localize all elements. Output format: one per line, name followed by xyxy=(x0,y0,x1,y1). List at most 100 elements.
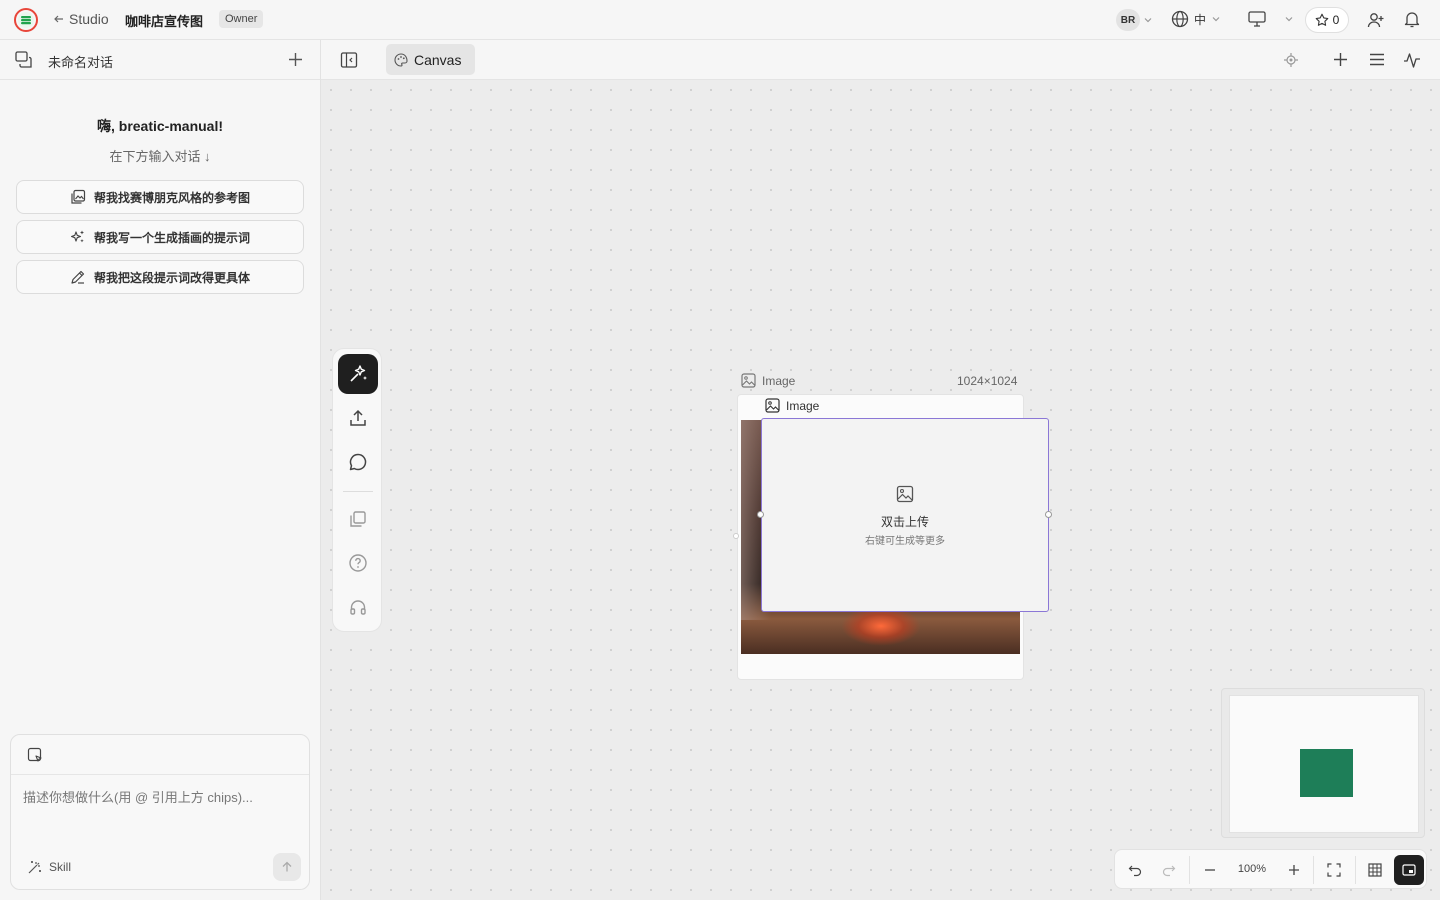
undo-icon xyxy=(1128,863,1142,877)
minimap-icon xyxy=(1402,863,1416,877)
greeting-subtitle: 在下方输入对话 ↓ xyxy=(109,149,211,164)
chat-sidebar: 未命名对话 嗨, breatic-manual! 在下方输入对话 ↓ 帮我找赛博… xyxy=(0,40,321,900)
menu-list-icon[interactable] xyxy=(1369,52,1385,67)
fit-view-button[interactable] xyxy=(1320,856,1348,884)
upload-subtitle: 右键可生成等更多 xyxy=(865,536,945,547)
headphones-icon xyxy=(348,597,368,617)
toolbar-divider xyxy=(343,491,373,492)
suggestion-chip[interactable]: 帮我写一个生成插画的提示词 xyxy=(16,220,304,254)
arrow-left-icon xyxy=(53,13,65,25)
image-placeholder-icon xyxy=(896,485,914,503)
zoom-level[interactable]: 100% xyxy=(1232,863,1272,875)
star-icon xyxy=(1315,13,1329,27)
upload-icon xyxy=(348,408,368,428)
image-icon xyxy=(741,373,756,388)
minimap-viewport xyxy=(1229,695,1419,833)
suggestion-label: 帮我把这段提示词改得更具体 xyxy=(93,270,250,285)
redo-button[interactable] xyxy=(1155,856,1183,884)
zoom-out-button[interactable] xyxy=(1196,856,1224,884)
role-badge: Owner xyxy=(219,10,264,28)
greeting-title: 嗨, breatic-manual! xyxy=(96,118,224,134)
app-logo-icon[interactable] xyxy=(14,8,38,32)
user-avatar[interactable]: BR xyxy=(1116,9,1140,31)
tab-canvas[interactable]: Canvas xyxy=(386,44,475,75)
star-button[interactable]: 0 xyxy=(1305,7,1349,33)
suggestion-chip[interactable]: 帮我找赛博朋克风格的参考图 xyxy=(16,180,304,214)
image-icon xyxy=(765,398,780,413)
chevron-down-icon xyxy=(1285,17,1293,22)
language-switcher[interactable]: 中 xyxy=(1171,10,1221,28)
project-title[interactable]: 咖啡店宣传图 xyxy=(125,11,203,30)
suggestion-label: 帮我找赛博朋克风格的参考图 xyxy=(93,190,250,205)
chevron-down-icon[interactable] xyxy=(1143,15,1153,25)
device-preview-switcher[interactable] xyxy=(1248,11,1294,27)
comment-tool[interactable] xyxy=(338,442,378,482)
pencil-icon xyxy=(70,269,86,285)
zoom-controls: 100% xyxy=(1114,849,1427,889)
back-label: Studio xyxy=(69,11,109,27)
add-user-icon[interactable] xyxy=(1367,11,1385,29)
sparkles-icon xyxy=(347,363,369,385)
monitor-icon xyxy=(1248,11,1266,27)
inner-node-label-text: Image xyxy=(786,398,820,413)
canvas-toolbar xyxy=(332,348,382,632)
composer-toolbar xyxy=(11,735,309,775)
upload-drop-zone[interactable]: 双击上传 右键可生成等更多 xyxy=(761,418,1049,612)
palette-icon xyxy=(394,52,408,67)
send-button[interactable] xyxy=(273,853,301,881)
node-dimensions: 1024×1024 xyxy=(957,374,1018,388)
assets-tool[interactable] xyxy=(338,499,378,539)
connection-handle-right[interactable] xyxy=(1045,511,1052,518)
connection-handle-left[interactable] xyxy=(757,511,764,518)
back-to-studio-link[interactable]: Studio xyxy=(53,11,109,27)
upload-tool[interactable] xyxy=(338,398,378,438)
new-conversation-plus-icon[interactable] xyxy=(288,52,303,67)
skill-button[interactable]: Skill xyxy=(27,859,71,875)
conversation-title[interactable]: 未命名对话 xyxy=(48,52,113,71)
bell-icon[interactable] xyxy=(1403,10,1421,28)
inner-node-label: Image xyxy=(765,398,819,413)
minimap-toggle-button[interactable] xyxy=(1394,855,1424,885)
attach-context-icon[interactable] xyxy=(27,747,43,763)
magic-wand-icon xyxy=(27,859,43,875)
node-label-text: Image xyxy=(762,373,796,388)
chat-composer: 描述你想做什么(用 @ 引用上方 chips)... Skill xyxy=(10,734,310,890)
minus-icon xyxy=(1204,864,1216,876)
add-plus-icon[interactable] xyxy=(1333,52,1348,67)
connection-handle-frame[interactable] xyxy=(733,533,739,539)
ai-generate-tool[interactable] xyxy=(338,354,378,394)
undo-button[interactable] xyxy=(1121,856,1149,884)
redo-icon xyxy=(1162,863,1176,877)
grid-toggle-button[interactable] xyxy=(1361,856,1389,884)
minimap[interactable] xyxy=(1221,688,1425,838)
grid-icon xyxy=(1368,863,1382,877)
suggestion-label: 帮我写一个生成插画的提示词 xyxy=(93,230,250,245)
minimap-node xyxy=(1300,749,1353,797)
upload-title: 双击上传 xyxy=(880,515,929,529)
chat-bubble-icon xyxy=(348,452,368,472)
zoom-in-button[interactable] xyxy=(1280,856,1308,884)
chevron-down-icon xyxy=(1212,17,1220,22)
locate-icon[interactable] xyxy=(1284,53,1298,67)
support-tool[interactable] xyxy=(338,587,378,627)
globe-icon xyxy=(1171,10,1189,28)
conversation-header: 未命名对话 xyxy=(0,40,320,80)
tab-label: Canvas xyxy=(414,51,462,68)
canvas-header: Canvas xyxy=(321,40,1440,80)
fullscreen-icon xyxy=(1327,863,1341,877)
language-label: 中 xyxy=(1194,12,1207,27)
suggestion-chip[interactable]: 帮我把这段提示词改得更具体 xyxy=(16,260,304,294)
node-label: Image xyxy=(741,373,795,388)
conversations-icon[interactable] xyxy=(15,51,33,69)
toggle-sidebar-icon[interactable] xyxy=(340,51,358,69)
activity-icon[interactable] xyxy=(1403,51,1421,69)
composer-input[interactable]: 描述你想做什么(用 @ 引用上方 chips)... xyxy=(23,787,253,806)
gallery-icon xyxy=(348,509,368,529)
sparkles-icon xyxy=(70,229,86,245)
top-bar: Studio 咖啡店宣传图 Owner BR 中 0 xyxy=(0,0,1440,40)
help-tool[interactable] xyxy=(338,543,378,583)
arrow-up-icon xyxy=(281,861,293,873)
skill-label: Skill xyxy=(49,860,72,874)
help-circle-icon xyxy=(348,553,368,573)
image-search-icon xyxy=(70,189,86,205)
